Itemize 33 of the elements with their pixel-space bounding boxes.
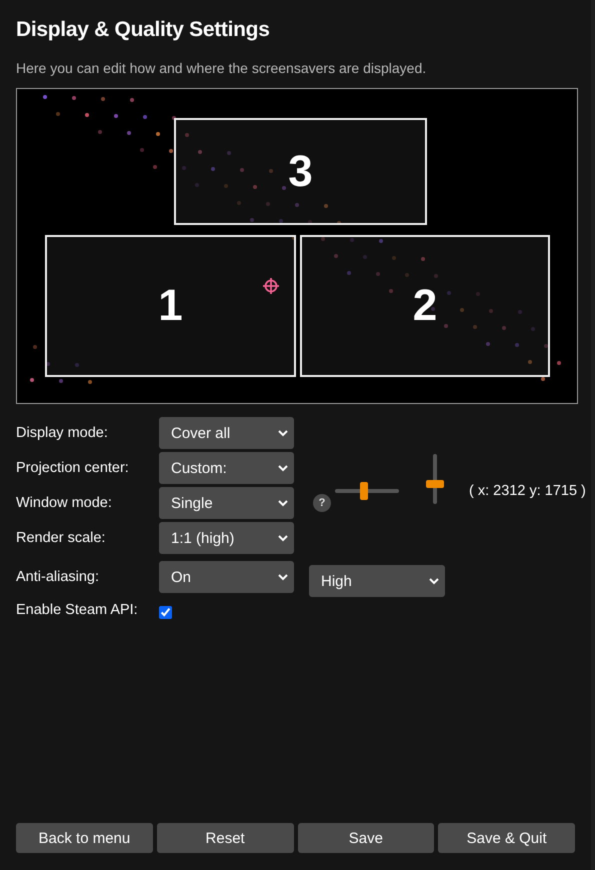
action-button[interactable]: Save (298, 823, 434, 853)
setting-label: Window mode: (16, 495, 113, 511)
dropdown-select[interactable]: Custom: (159, 452, 294, 484)
slider-thumb[interactable] (426, 480, 444, 488)
chevron-down-icon (278, 430, 288, 436)
dropdown-select[interactable]: Cover all (159, 417, 294, 449)
setting-label: Display mode: (16, 425, 109, 441)
dropdown-select[interactable]: Single (159, 487, 294, 519)
chevron-down-icon (278, 574, 288, 580)
crosshair-icon[interactable] (262, 277, 280, 295)
monitor-screen[interactable]: 3 (174, 118, 427, 225)
action-button[interactable]: Save & Quit (438, 823, 575, 853)
action-button[interactable]: Reset (156, 823, 294, 853)
page-description: Here you can edit how and where the screensavers are displayed. (16, 60, 428, 76)
checkbox[interactable] (159, 606, 172, 619)
chevron-down-icon (429, 578, 439, 584)
chevron-down-icon (278, 464, 288, 472)
slider-thumb[interactable] (360, 482, 368, 500)
chevron-down-icon (278, 500, 288, 506)
setting-label: Anti-aliasing: (16, 569, 100, 585)
setting-label: Render scale: (16, 530, 106, 546)
monitor-screen[interactable]: 2 (300, 235, 550, 377)
coordinates-reading: ( x: 2312 y: 1715 ) (469, 483, 586, 499)
monitor-screen[interactable]: 1 (45, 235, 296, 377)
help-icon[interactable]: ? (313, 494, 331, 512)
chevron-down-icon (278, 534, 288, 542)
dropdown-select[interactable]: High (309, 565, 445, 597)
dropdown-select[interactable]: On (159, 561, 294, 593)
setting-label: Enable Steam API: (16, 602, 139, 618)
page-title: Display & Quality Settings (16, 18, 271, 42)
setting-label: Projection center: (16, 460, 130, 476)
action-button[interactable]: Back to menu (16, 823, 153, 853)
dropdown-select[interactable]: 1:1 (high) (159, 522, 294, 554)
